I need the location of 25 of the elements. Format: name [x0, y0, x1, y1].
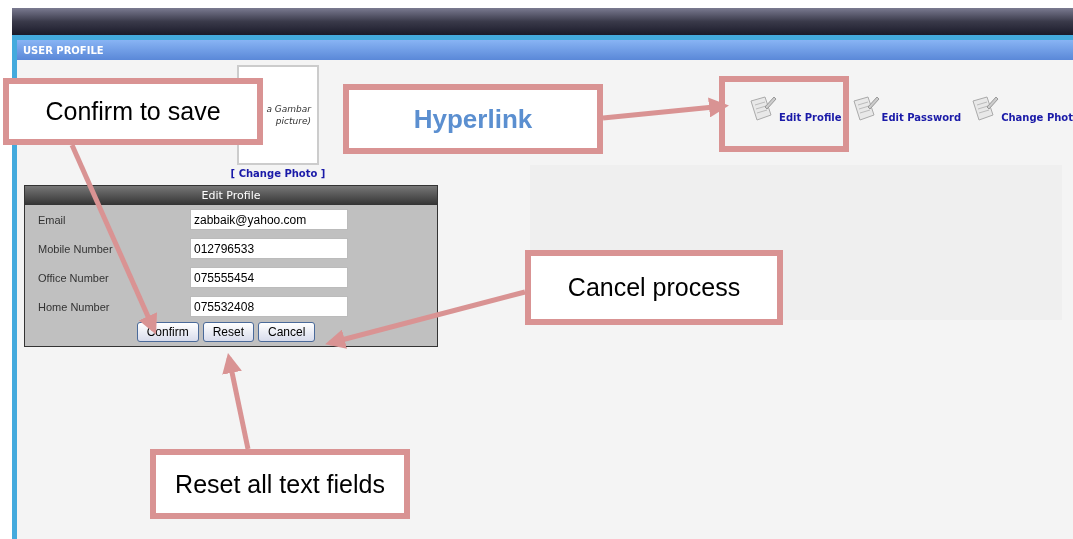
form-button[interactable]: Cancel	[258, 322, 316, 342]
profile-link[interactable]: Change Phot	[1001, 112, 1073, 123]
input-field[interactable]: 012796533	[190, 238, 348, 259]
profile-link[interactable]: Edit Password	[881, 112, 962, 123]
field-label: Mobile Number	[38, 242, 114, 255]
callout-text: Reset all text fields	[175, 469, 385, 499]
input-field[interactable]: 075555454	[190, 267, 348, 288]
input-field[interactable]: zabbaik@yahoo.com	[190, 209, 348, 230]
input-field[interactable]: 075532408	[190, 296, 348, 317]
document-icon	[747, 93, 778, 123]
callout-text: Hyperlink	[413, 103, 533, 135]
callout-text: Confirm to save	[45, 97, 221, 126]
section-title: USER PROFILE	[17, 40, 1073, 60]
form-button[interactable]: Confirm	[136, 322, 199, 342]
field-label: Email	[38, 213, 67, 226]
document-icon	[969, 93, 1000, 123]
panel-title: Edit Profile	[25, 186, 437, 205]
field-label: Home Number	[38, 300, 111, 313]
callout-text: Cancel process	[567, 273, 741, 302]
profile-link[interactable]: Edit Profile	[779, 112, 842, 123]
photo-caption: a Gambar	[266, 103, 311, 115]
photo-caption: picture)	[275, 115, 311, 127]
form-button[interactable]: Reset	[202, 322, 254, 342]
change-photo-link[interactable]: [ Change Photo ]	[230, 168, 326, 179]
field-label: Office Number	[38, 271, 110, 284]
